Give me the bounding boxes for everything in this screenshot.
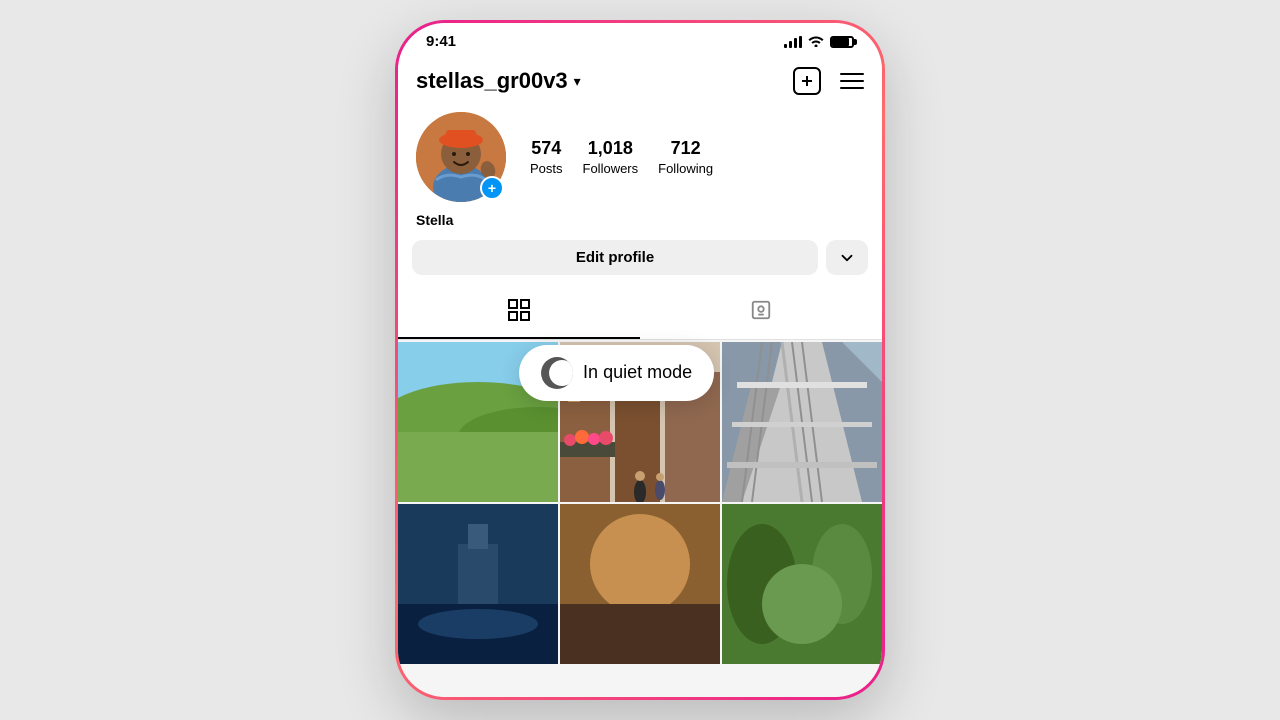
- moon-icon: [541, 357, 573, 389]
- menu-button[interactable]: [840, 73, 864, 89]
- chevron-down-icon[interactable]: ▾: [574, 73, 581, 90]
- add-story-button[interactable]: +: [480, 176, 504, 200]
- username-text: stellas_gr00v3: [416, 68, 568, 94]
- username-row[interactable]: stellas_gr00v3 ▾: [416, 68, 581, 94]
- photo-cell[interactable]: [722, 342, 882, 502]
- edit-profile-button[interactable]: Edit profile: [412, 240, 818, 275]
- posts-stat[interactable]: 574 Posts: [530, 138, 563, 176]
- following-count: 712: [671, 138, 701, 159]
- following-label: Following: [658, 161, 713, 176]
- profile-name: Stella: [416, 212, 864, 228]
- header-actions: [792, 66, 864, 96]
- following-stat[interactable]: 712 Following: [658, 138, 713, 176]
- grid-icon: [508, 299, 530, 327]
- battery-icon: [830, 36, 854, 48]
- posts-label: Posts: [530, 161, 563, 176]
- share-profile-button[interactable]: [826, 240, 868, 275]
- posts-count: 574: [531, 138, 561, 159]
- status-bar: 9:41: [398, 23, 882, 56]
- status-icons: [784, 34, 854, 50]
- status-time: 9:41: [426, 33, 456, 50]
- quiet-mode-banner[interactable]: In quiet mode: [519, 345, 714, 401]
- app-header: stellas_gr00v3 ▾: [398, 56, 882, 104]
- action-buttons: Edit profile: [398, 240, 882, 287]
- tab-grid[interactable]: [398, 287, 640, 339]
- followers-label: Followers: [583, 161, 639, 176]
- followers-count: 1,018: [588, 138, 633, 159]
- quiet-mode-text: In quiet mode: [583, 362, 692, 383]
- photo-cell[interactable]: [722, 504, 882, 664]
- profile-top: + 574 Posts 1,018 Followers: [416, 112, 864, 202]
- new-post-button[interactable]: [792, 66, 822, 96]
- tab-tagged[interactable]: [640, 287, 882, 339]
- photo-row2: [398, 504, 558, 664]
- tab-bar: [398, 287, 882, 340]
- tagged-icon: [750, 299, 772, 327]
- stats-row: 574 Posts 1,018 Followers 712 Following: [530, 138, 864, 176]
- signal-icon: [784, 36, 802, 48]
- phone-frame: 9:41: [395, 20, 885, 700]
- avatar-wrap: +: [416, 112, 506, 202]
- photo-row2: [560, 504, 720, 664]
- followers-stat[interactable]: 1,018 Followers: [583, 138, 639, 176]
- photo-row2: [722, 504, 882, 664]
- profile-section: + 574 Posts 1,018 Followers: [398, 104, 882, 664]
- photo-building: [722, 342, 882, 502]
- wifi-icon: [808, 34, 824, 50]
- photo-cell[interactable]: [560, 504, 720, 664]
- photo-cell[interactable]: [398, 504, 558, 664]
